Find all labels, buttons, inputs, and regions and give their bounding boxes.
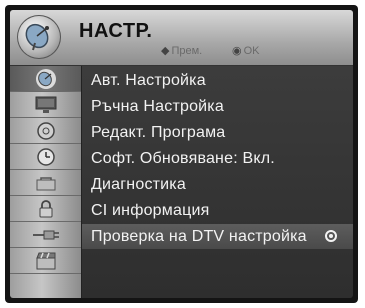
satellite-dish-icon bbox=[35, 68, 56, 89]
category-sidebar bbox=[10, 66, 82, 298]
padlock-icon bbox=[39, 199, 52, 217]
sidebar-item-setup[interactable] bbox=[10, 66, 81, 91]
selected-radio-icon bbox=[325, 230, 337, 242]
ok-hint-label: OK bbox=[243, 44, 260, 57]
menu-item-label: Проверка на DTV настройка bbox=[91, 228, 307, 245]
move-hint-label: Прем. bbox=[171, 44, 203, 57]
ok-button-icon: ◉ bbox=[232, 45, 242, 57]
clock-icon bbox=[36, 147, 55, 166]
sidebar-item-lock[interactable] bbox=[10, 170, 81, 195]
menu-item-diagnostics[interactable]: Диагностика bbox=[82, 172, 353, 197]
setup-menu-list: Авт. Настройка Ръчна Настройка Редакт. П… bbox=[82, 66, 353, 298]
menu-item-dtv-setting-check[interactable]: Проверка на DTV настройка bbox=[82, 224, 353, 249]
settings-dial-icon bbox=[36, 121, 55, 140]
sidebar-item-time[interactable] bbox=[10, 144, 81, 169]
ok-hint: ◉ OK bbox=[232, 44, 260, 58]
media-clapper-icon bbox=[35, 252, 55, 269]
sidebar-item-media[interactable] bbox=[10, 248, 81, 273]
menu-header: НАСТР. ◆ Прем. ◉ OK bbox=[10, 10, 353, 66]
sidebar-item-input[interactable] bbox=[10, 222, 81, 247]
input-plug-icon bbox=[32, 230, 59, 239]
menu-item-software-update[interactable]: Софт. Обновяване: Вкл. bbox=[82, 146, 353, 171]
menu-item-manual-tuning[interactable]: Ръчна Настройка bbox=[82, 94, 353, 119]
tv-osd-frame: НАСТР. ◆ Прем. ◉ OK Авт. Настройка Ръчна… bbox=[5, 5, 358, 303]
sidebar-item-parental[interactable] bbox=[10, 196, 81, 221]
monitor-icon bbox=[35, 96, 56, 113]
page-title: НАСТР. bbox=[79, 20, 153, 42]
setup-menu-panel: НАСТР. ◆ Прем. ◉ OK Авт. Настройка Ръчна… bbox=[10, 10, 353, 298]
sidebar-divider bbox=[10, 273, 81, 274]
menu-item-ci-information[interactable]: CI информация bbox=[82, 198, 353, 223]
menu-item-auto-tuning[interactable]: Авт. Настройка bbox=[82, 68, 353, 93]
satellite-dish-icon bbox=[17, 15, 61, 59]
move-hint: ◆ Прем. bbox=[161, 44, 203, 58]
sidebar-item-option[interactable] bbox=[10, 118, 81, 143]
navigation-arrows-icon: ◆ bbox=[161, 45, 170, 57]
sidebar-item-picture[interactable] bbox=[10, 92, 81, 117]
lock-icon bbox=[36, 176, 55, 190]
menu-item-programme-edit[interactable]: Редакт. Програма bbox=[82, 120, 353, 145]
